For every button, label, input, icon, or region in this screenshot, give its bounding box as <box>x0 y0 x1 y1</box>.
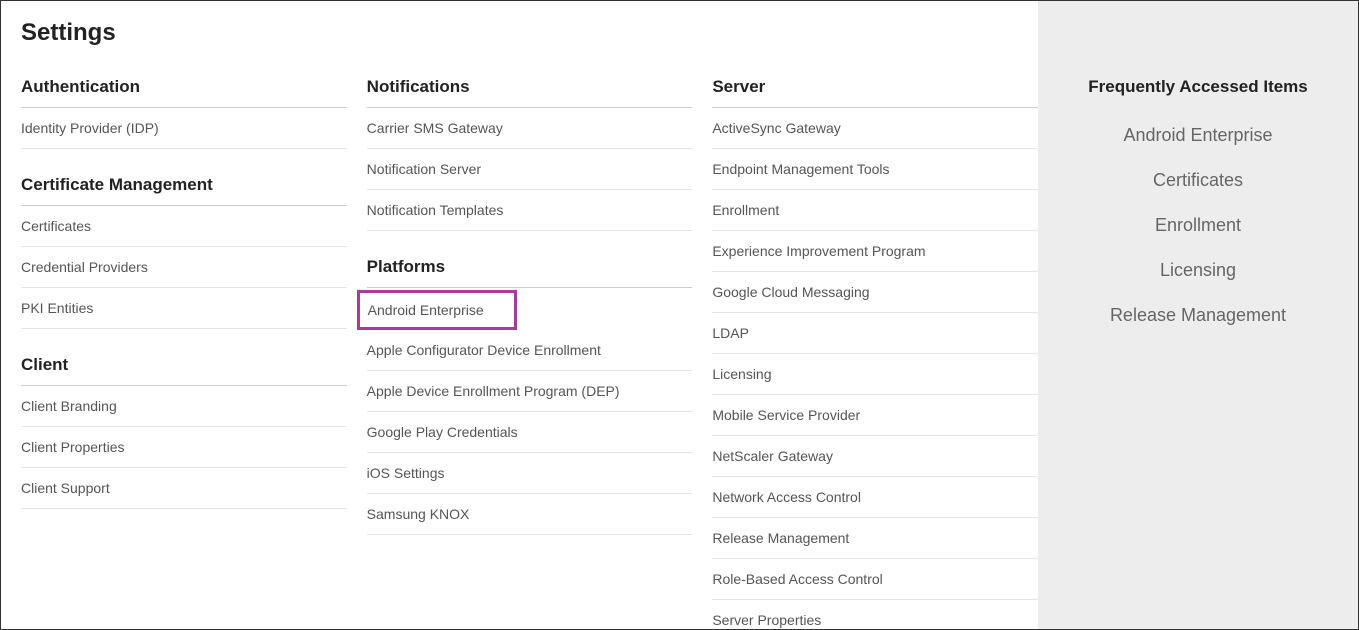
settings-link-carrier-sms-gateway[interactable]: Carrier SMS Gateway <box>367 108 693 149</box>
section-title: Server <box>712 77 1038 108</box>
settings-link-ldap[interactable]: LDAP <box>712 313 1038 354</box>
settings-link-samsung-knox[interactable]: Samsung KNOX <box>367 494 693 535</box>
settings-link-ios-settings[interactable]: iOS Settings <box>367 453 693 494</box>
section-notifications: NotificationsCarrier SMS GatewayNotifica… <box>367 77 693 231</box>
frequent-item-release-management[interactable]: Release Management <box>1058 305 1338 326</box>
settings-link-role-based-access-control[interactable]: Role-Based Access Control <box>712 559 1038 600</box>
section-title: Certificate Management <box>21 175 347 206</box>
sidebar-title: Frequently Accessed Items <box>1058 77 1338 97</box>
section-authentication: AuthenticationIdentity Provider (IDP) <box>21 77 347 149</box>
section-client: ClientClient BrandingClient PropertiesCl… <box>21 355 347 509</box>
settings-link-identity-provider-idp[interactable]: Identity Provider (IDP) <box>21 108 347 149</box>
settings-link-credential-providers[interactable]: Credential Providers <box>21 247 347 288</box>
settings-link-enrollment[interactable]: Enrollment <box>712 190 1038 231</box>
section-title: Authentication <box>21 77 347 108</box>
frequent-item-enrollment[interactable]: Enrollment <box>1058 215 1338 236</box>
section-server: ServerActiveSync GatewayEndpoint Managem… <box>712 77 1038 629</box>
settings-link-network-access-control[interactable]: Network Access Control <box>712 477 1038 518</box>
settings-link-pki-entities[interactable]: PKI Entities <box>21 288 347 329</box>
settings-link-licensing[interactable]: Licensing <box>712 354 1038 395</box>
settings-link-activesync-gateway[interactable]: ActiveSync Gateway <box>712 108 1038 149</box>
frequently-accessed-sidebar: Frequently Accessed Items Android Enterp… <box>1038 1 1358 629</box>
settings-link-google-cloud-messaging[interactable]: Google Cloud Messaging <box>712 272 1038 313</box>
section-title: Platforms <box>367 257 693 288</box>
settings-link-netscaler-gateway[interactable]: NetScaler Gateway <box>712 436 1038 477</box>
settings-link-client-branding[interactable]: Client Branding <box>21 386 347 427</box>
settings-link-server-properties[interactable]: Server Properties <box>712 600 1038 629</box>
settings-column-1: NotificationsCarrier SMS GatewayNotifica… <box>367 77 693 629</box>
settings-link-endpoint-management-tools[interactable]: Endpoint Management Tools <box>712 149 1038 190</box>
frequent-item-licensing[interactable]: Licensing <box>1058 260 1338 281</box>
settings-link-notification-templates[interactable]: Notification Templates <box>367 190 693 231</box>
section-platforms: PlatformsAndroid EnterpriseApple Configu… <box>367 257 693 535</box>
section-title: Notifications <box>367 77 693 108</box>
settings-link-apple-configurator-device-enrollment[interactable]: Apple Configurator Device Enrollment <box>367 330 693 371</box>
frequent-item-certificates[interactable]: Certificates <box>1058 170 1338 191</box>
settings-link-android-enterprise[interactable]: Android Enterprise <box>357 290 517 330</box>
settings-link-apple-device-enrollment-program-dep[interactable]: Apple Device Enrollment Program (DEP) <box>367 371 693 412</box>
section-title: Client <box>21 355 347 386</box>
sidebar-items-container: Android Enterprise Certificates Enrollment… <box>1058 125 1338 326</box>
settings-link-mobile-service-provider[interactable]: Mobile Service Provider <box>712 395 1038 436</box>
settings-columns: AuthenticationIdentity Provider (IDP) Cer… <box>21 77 1038 629</box>
settings-column-2: ServerActiveSync GatewayEndpoint Managem… <box>712 77 1038 629</box>
frequent-item-android-enterprise[interactable]: Android Enterprise <box>1058 125 1338 146</box>
settings-link-notification-server[interactable]: Notification Server <box>367 149 693 190</box>
section-certificate-management: Certificate ManagementCertificatesCreden… <box>21 175 347 329</box>
settings-link-client-properties[interactable]: Client Properties <box>21 427 347 468</box>
settings-link-certificates[interactable]: Certificates <box>21 206 347 247</box>
settings-link-experience-improvement-program[interactable]: Experience Improvement Program <box>712 231 1038 272</box>
settings-link-release-management[interactable]: Release Management <box>712 518 1038 559</box>
settings-column-0: AuthenticationIdentity Provider (IDP) Cer… <box>21 77 347 629</box>
settings-link-google-play-credentials[interactable]: Google Play Credentials <box>367 412 693 453</box>
settings-link-client-support[interactable]: Client Support <box>21 468 347 509</box>
settings-main: Settings AuthenticationIdentity Provider… <box>1 1 1038 629</box>
page-title: Settings <box>21 19 1038 47</box>
